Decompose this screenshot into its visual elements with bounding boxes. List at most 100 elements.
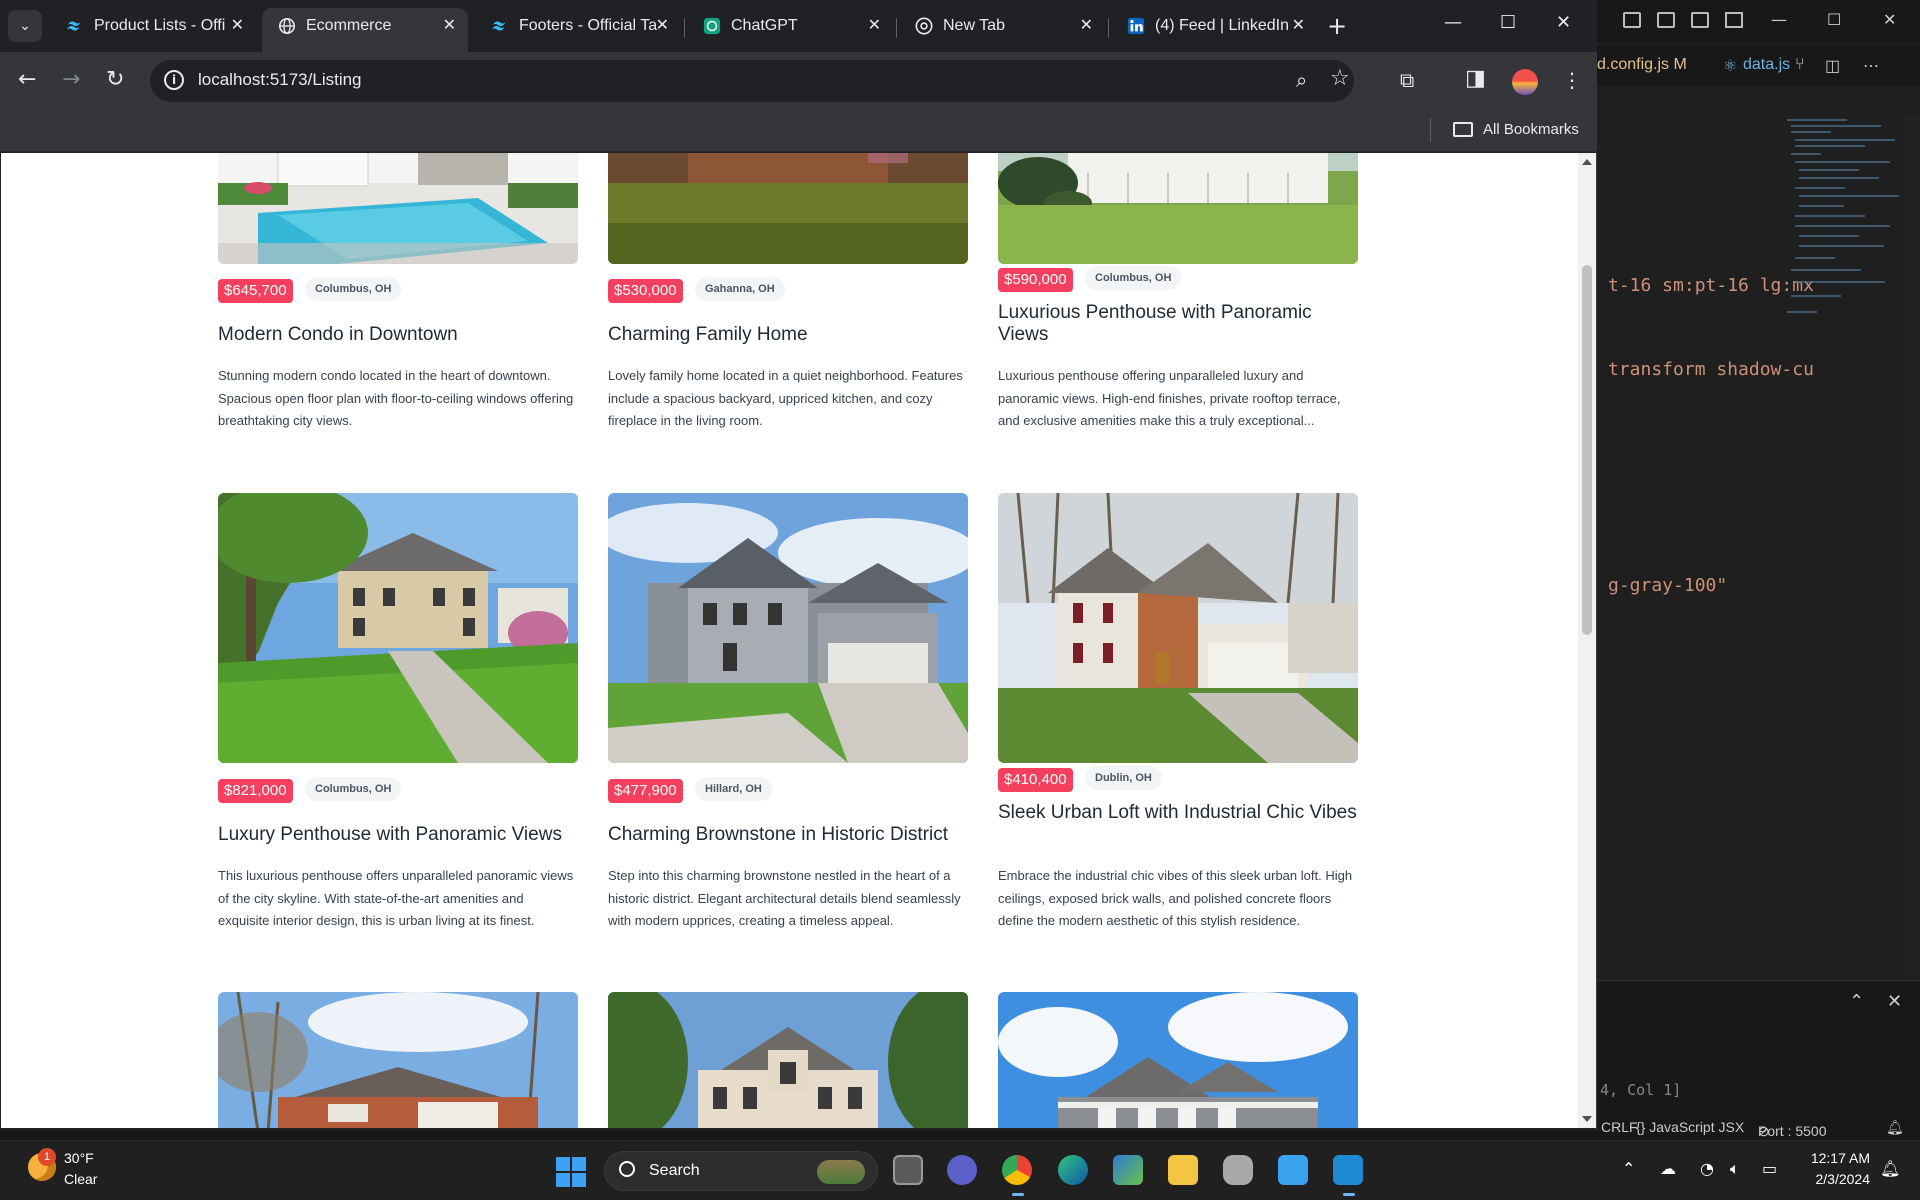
minimap[interactable] — [1785, 115, 1900, 335]
tab-linkedin[interactable]: (4) Feed | LinkedIn ✕ — [1111, 8, 1317, 44]
close-tab-icon[interactable]: ✕ — [1080, 15, 1093, 35]
store-app-icon[interactable] — [1113, 1155, 1143, 1185]
zoom-magnifier-icon[interactable]: ⌕ — [1296, 68, 1307, 92]
toggle-panel-icon[interactable] — [1657, 12, 1675, 28]
scroll-up-icon[interactable] — [1582, 159, 1592, 165]
browser-toolbar: ← → ↻ i localhost:5173/Listing ⌕ ☆ ⧉ ◨ ⋮ — [0, 52, 1597, 110]
url-text: localhost:5173/Listing — [198, 70, 362, 89]
chevron-up-tray-icon[interactable]: ⌃ — [1622, 1159, 1635, 1178]
editor-tab-config-label: d.config.js — [1597, 56, 1670, 73]
editor-scrollbar[interactable] — [1905, 115, 1919, 975]
volume-icon[interactable]: 🔈︎ — [1730, 1159, 1740, 1179]
bookmark-star-icon[interactable]: ☆ — [1330, 66, 1350, 91]
reload-icon[interactable]: ↻ — [106, 67, 124, 92]
split-editor-icon[interactable]: ◫ — [1825, 56, 1840, 76]
page-scrollbar[interactable] — [1578, 153, 1596, 1128]
listing-photo[interactable] — [608, 493, 968, 763]
edge-app-icon[interactable] — [1058, 1155, 1088, 1185]
cursor-position: 4, Col 1] — [1600, 1081, 1682, 1099]
file-explorer-icon[interactable] — [1168, 1155, 1198, 1185]
close-tab-icon[interactable]: ✕ — [443, 15, 456, 35]
forward-arrow-icon[interactable]: → — [62, 67, 80, 92]
all-bookmarks-button[interactable]: All Bookmarks — [1483, 121, 1579, 138]
minimize-icon[interactable]: — — [1444, 12, 1462, 33]
listing-photo[interactable] — [998, 153, 1358, 264]
battery-icon[interactable]: ▭ — [1762, 1159, 1777, 1178]
tab-title: Footers - Official Ta — [519, 17, 658, 34]
taskbar-search[interactable]: Search — [604, 1151, 878, 1191]
back-arrow-icon[interactable]: ← — [18, 67, 36, 92]
listing-title[interactable]: Charming Brownstone in Historic District — [608, 824, 968, 846]
wifi-icon[interactable]: ◔ — [1700, 1159, 1714, 1178]
side-panel-icon[interactable]: ◨ — [1465, 66, 1486, 91]
close-window-icon[interactable]: ✕ — [1556, 12, 1571, 33]
editor-tab-data[interactable]: data.js — [1743, 56, 1790, 74]
linkedin-icon — [1127, 17, 1145, 35]
database-app-icon[interactable] — [1223, 1155, 1253, 1185]
listing-photo[interactable] — [218, 153, 578, 264]
listing-title[interactable]: Luxury Penthouse with Panoramic Views — [218, 824, 578, 846]
language-mode[interactable]: {} JavaScript JSX — [1636, 1119, 1744, 1135]
maximize-icon[interactable]: ☐ — [1500, 12, 1516, 33]
page-viewport[interactable]: $645,700 Columbus, OH Modern Condo in Do… — [1, 153, 1578, 1128]
address-bar[interactable]: i localhost:5173/Listing ⌕ ☆ — [150, 60, 1354, 102]
close-tab-icon[interactable]: ✕ — [868, 15, 881, 35]
source-control-icon[interactable]: ⑂ — [1795, 56, 1805, 74]
listing-photo[interactable] — [608, 992, 968, 1128]
notifications-bell-icon[interactable]: 🔔︎ — [1886, 1119, 1904, 1136]
tab-footers[interactable]: Footers - Official Ta ✕ — [475, 8, 681, 44]
windows-start-icon[interactable] — [556, 1157, 586, 1187]
weather-temperature[interactable]: 30°F — [64, 1150, 94, 1166]
listing-title[interactable]: Luxurious Penthouse with Panoramic Views — [998, 302, 1358, 346]
listing-photo[interactable] — [218, 992, 578, 1128]
listing-title[interactable]: Sleek Urban Loft with Industrial Chic Vi… — [998, 802, 1358, 824]
teams-chat-icon[interactable] — [947, 1155, 977, 1185]
maximize-icon[interactable]: ☐ — [1827, 10, 1841, 29]
code-editor[interactable]: t-16 sm:pt-16 lg:mx transform shadow-cu … — [1595, 115, 1814, 915]
listing-photo[interactable] — [608, 153, 968, 264]
tab-ecommerce[interactable]: Ecommerce ✕ — [262, 8, 468, 52]
extensions-puzzle-icon[interactable]: ⧉ — [1400, 68, 1414, 92]
close-tab-icon[interactable]: ✕ — [1292, 15, 1305, 35]
scroll-down-icon[interactable] — [1582, 1116, 1592, 1122]
more-actions-icon[interactable]: ⋯ — [1863, 56, 1879, 76]
profile-avatar[interactable] — [1512, 69, 1538, 95]
kebab-menu-icon[interactable]: ⋮ — [1562, 68, 1582, 92]
close-icon[interactable]: ✕ — [1883, 10, 1896, 29]
minimize-icon[interactable]: — — [1771, 10, 1787, 29]
listing-photo[interactable] — [998, 992, 1358, 1128]
task-view-icon[interactable] — [893, 1155, 923, 1185]
tab-chatgpt[interactable]: ChatGPT ✕ — [687, 8, 893, 44]
listing-title[interactable]: Charming Family Home — [608, 324, 968, 346]
close-tab-icon[interactable]: ✕ — [231, 15, 244, 35]
listing-photo[interactable] — [218, 493, 578, 763]
tab-product-lists[interactable]: Product Lists - Offi ✕ — [50, 8, 256, 44]
close-panel-icon[interactable]: ✕ — [1887, 991, 1902, 1012]
toggle-sidebar-icon[interactable] — [1623, 12, 1641, 28]
close-tab-icon[interactable]: ✕ — [656, 15, 669, 35]
notepad-app-icon[interactable] — [1278, 1155, 1308, 1185]
customize-layout-icon[interactable] — [1725, 12, 1743, 28]
editor-tab-config[interactable]: d.config.js M — [1597, 56, 1687, 74]
eol-indicator[interactable]: CRLF — [1601, 1119, 1638, 1135]
notifications-bell-icon[interactable]: 🔔︎ — [1880, 1159, 1900, 1178]
chevron-up-icon[interactable]: ⌃ — [1849, 991, 1864, 1012]
tab-title: (4) Feed | LinkedIn — [1155, 17, 1290, 34]
weather-condition[interactable]: Clear — [64, 1171, 97, 1187]
system-clock[interactable]: 12:17 AM 2/3/2024 — [1800, 1150, 1870, 1187]
toggle-secondary-sidebar-icon[interactable] — [1691, 12, 1709, 28]
tab-new-tab[interactable]: New Tab ✕ — [899, 8, 1105, 44]
listing-title[interactable]: Modern Condo in Downtown — [218, 324, 578, 346]
location-badge: Dublin, OH — [1085, 766, 1162, 790]
chrome-app-icon[interactable] — [1002, 1155, 1032, 1196]
vscode-app-icon[interactable] — [1333, 1155, 1363, 1196]
new-tab-plus-icon[interactable]: + — [1327, 12, 1347, 40]
tab-search-chevron-icon[interactable]: ⌄ — [8, 10, 42, 42]
price-badge: $645,700 — [218, 279, 293, 303]
port-label: Port : 5500 — [1758, 1123, 1827, 1139]
listing-photo[interactable] — [998, 493, 1358, 763]
scrollbar-thumb[interactable] — [1582, 265, 1592, 635]
tailwind-icon — [491, 21, 506, 31]
onedrive-cloud-icon[interactable]: ☁ — [1660, 1159, 1676, 1178]
site-info-icon[interactable]: i — [164, 70, 184, 90]
